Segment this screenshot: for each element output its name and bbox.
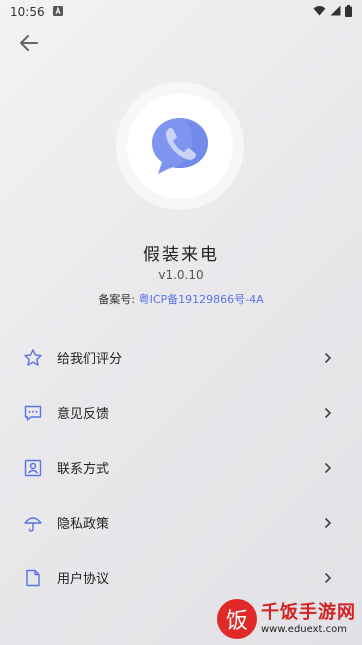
app-name: 假装来电 bbox=[143, 245, 219, 265]
status-time: 10:56 bbox=[10, 5, 45, 19]
menu-item-feedback[interactable]: 意见反馈 bbox=[0, 385, 362, 440]
menu-label-contact: 联系方式 bbox=[57, 462, 110, 477]
watermark-url: www.eduext.com bbox=[261, 623, 347, 635]
contact-card-icon bbox=[24, 459, 42, 476]
menu-label-feedback: 意见反馈 bbox=[57, 407, 110, 422]
icp-label: 备案号: bbox=[98, 293, 139, 306]
wifi-icon bbox=[313, 5, 326, 19]
menu-label-rate: 给我们评分 bbox=[57, 352, 123, 367]
chevron-right-icon bbox=[324, 572, 332, 583]
document-icon bbox=[26, 569, 40, 586]
chevron-right-icon bbox=[324, 462, 332, 473]
chevron-right-icon bbox=[324, 407, 332, 418]
settings-menu: 给我们评分 意见反馈 联系方式 隐私政策 用户协议 bbox=[0, 330, 362, 605]
watermark-logo: 饭 bbox=[217, 599, 257, 639]
menu-item-agreement[interactable]: 用户协议 bbox=[0, 550, 362, 605]
chevron-right-icon bbox=[324, 517, 332, 528]
icp-record: 备案号: 粤ICP备19129866号-4A bbox=[0, 291, 362, 307]
menu-item-privacy[interactable]: 隐私政策 bbox=[0, 495, 362, 550]
menu-item-rate[interactable]: 给我们评分 bbox=[0, 330, 362, 385]
menu-label-privacy: 隐私政策 bbox=[57, 517, 110, 532]
a-icon bbox=[52, 5, 63, 19]
battery-icon bbox=[345, 4, 352, 20]
signal-icon bbox=[330, 5, 341, 19]
arrow-left-icon bbox=[20, 35, 38, 51]
status-bar: 10:56 bbox=[0, 0, 362, 24]
umbrella-icon bbox=[24, 516, 42, 532]
watermark: 饭 千饭手游网 www.eduext.com bbox=[217, 599, 356, 639]
back-button[interactable] bbox=[16, 30, 42, 56]
chevron-right-icon bbox=[324, 352, 332, 363]
app-version: v1.0.10 bbox=[158, 268, 204, 282]
star-icon bbox=[24, 348, 42, 366]
feedback-icon bbox=[24, 405, 42, 421]
watermark-name: 千饭手游网 bbox=[261, 601, 356, 623]
icp-number-link[interactable]: 粤ICP备19129866号-4A bbox=[139, 293, 264, 306]
menu-label-agreement: 用户协议 bbox=[57, 572, 110, 587]
app-logo bbox=[116, 82, 244, 210]
phone-chat-icon bbox=[152, 118, 208, 174]
menu-item-contact[interactable]: 联系方式 bbox=[0, 440, 362, 495]
